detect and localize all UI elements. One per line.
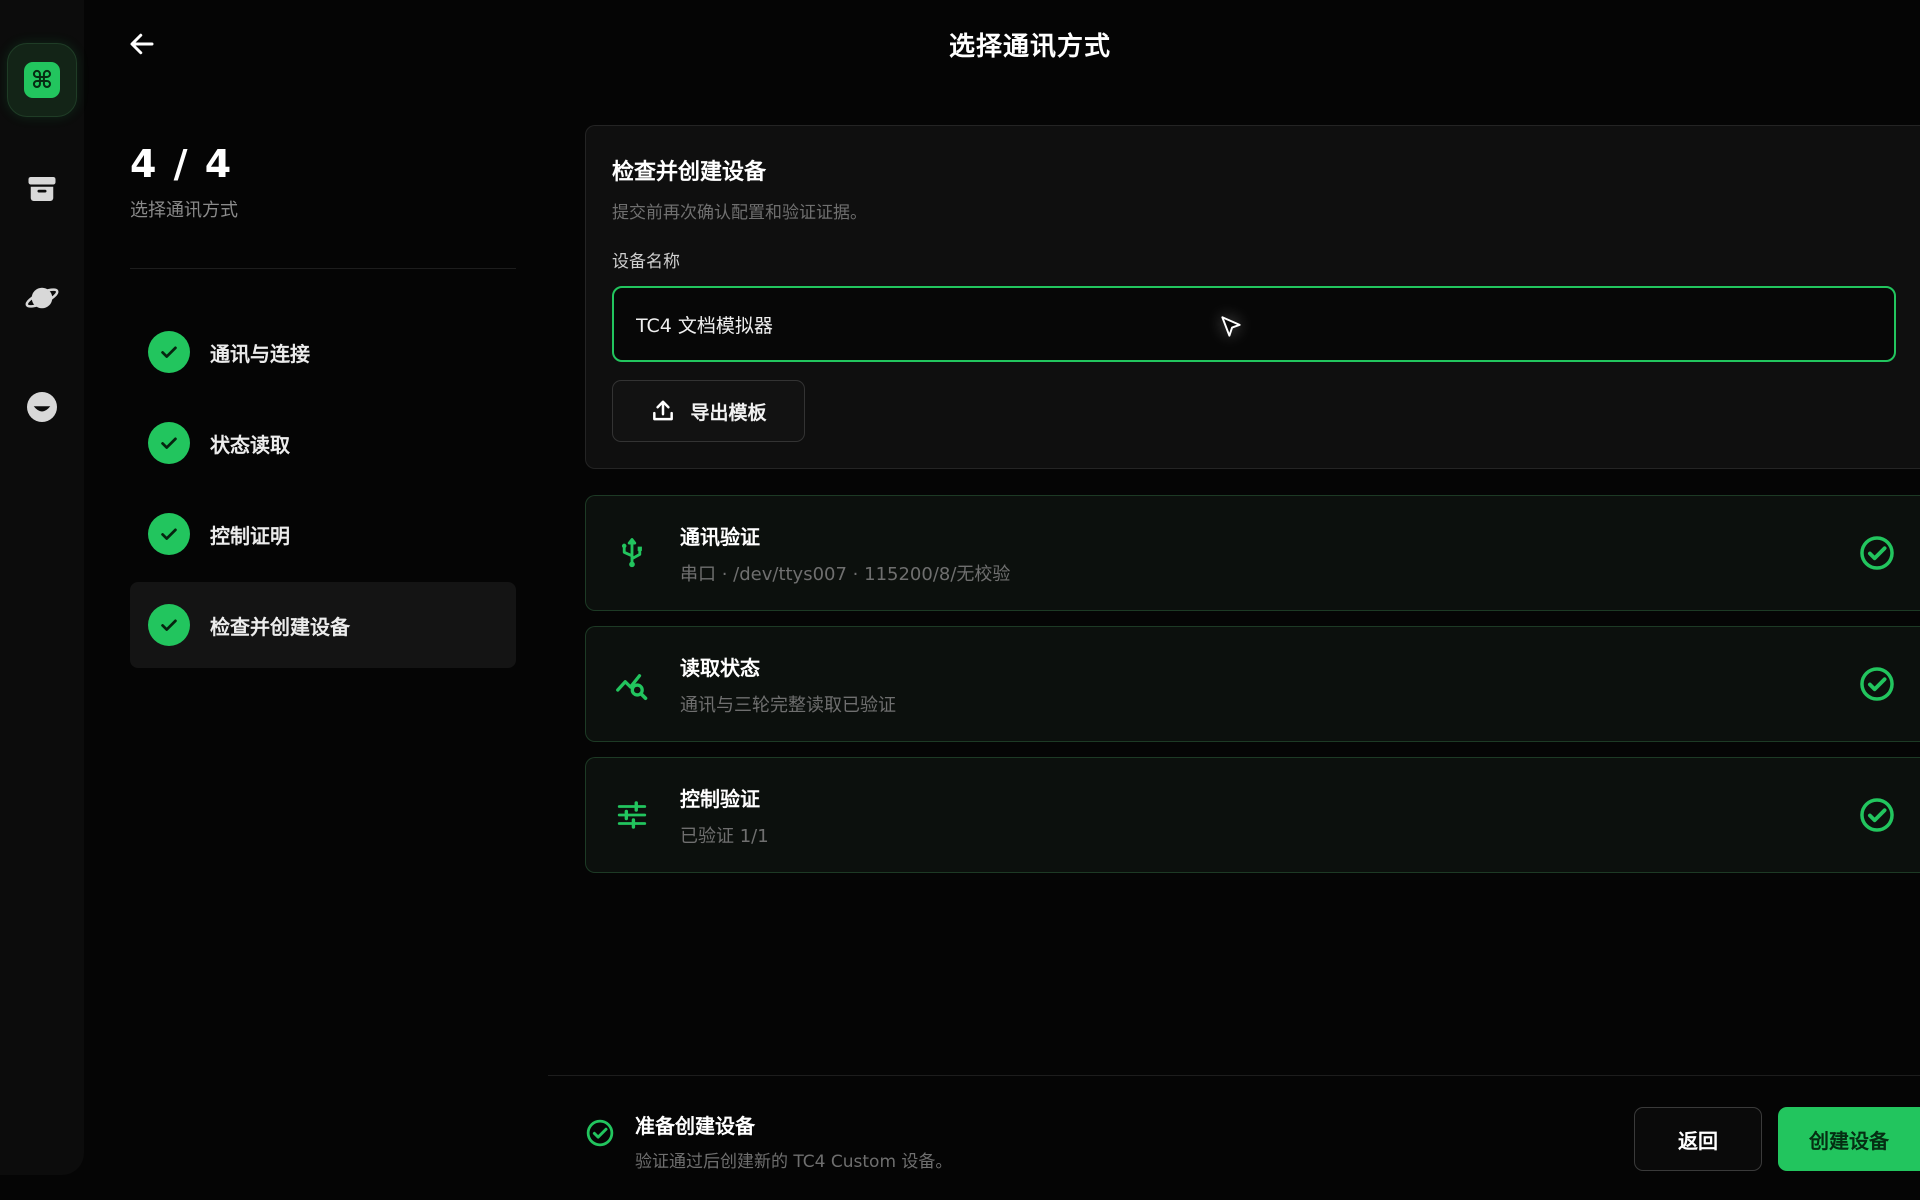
app-window: ⌘ 选择通讯方式 4 / 4 选择通讯方式 通讯与连接 状态读取 控制证明 检查… <box>0 0 1920 1200</box>
verification-card-read-status: 读取状态 通讯与三轮完整读取已验证 <box>585 626 1920 742</box>
page-title: 选择通讯方式 <box>948 32 1111 62</box>
verification-detail: 通讯与三轮完整读取已验证 <box>680 694 896 716</box>
check-circle-icon <box>586 1119 614 1147</box>
check-circle-icon <box>1860 667 1894 701</box>
step-item-status-read[interactable]: 状态读取 <box>130 400 516 486</box>
arrow-left-icon <box>130 33 154 55</box>
check-icon <box>148 422 190 464</box>
device-name-field[interactable] <box>612 286 1896 362</box>
divider <box>130 268 516 269</box>
steps-panel: 4 / 4 选择通讯方式 通讯与连接 状态读取 控制证明 检查并创建设备 <box>130 142 516 673</box>
device-name-input[interactable] <box>636 313 1436 335</box>
check-icon <box>148 604 190 646</box>
archive-icon <box>28 177 56 201</box>
step-item-review-create[interactable]: 检查并创建设备 <box>130 582 516 668</box>
back-action-button[interactable]: 返回 <box>1634 1107 1762 1171</box>
footer-status-title: 准备创建设备 <box>635 1114 755 1138</box>
device-name-label: 设备名称 <box>612 252 680 272</box>
review-description: 提交前再次确认配置和验证证据。 <box>612 203 867 223</box>
face-icon <box>27 392 57 422</box>
icon-rail: ⌘ <box>0 0 84 1175</box>
step-counter: 4 / 4 <box>130 142 234 186</box>
verification-title: 通讯验证 <box>680 524 760 549</box>
step-label: 控制证明 <box>210 523 290 548</box>
command-icon: ⌘ <box>24 62 60 98</box>
footer-status-description: 验证通过后创建新的 TC4 Custom 设备。 <box>635 1152 953 1172</box>
step-subtitle: 选择通讯方式 <box>130 200 238 221</box>
export-template-label: 导出模板 <box>690 401 767 424</box>
rail-item-archive[interactable] <box>7 152 77 226</box>
upload-icon <box>653 400 674 421</box>
check-icon <box>148 331 190 373</box>
rail-item-face[interactable] <box>7 370 77 444</box>
review-title: 检查并创建设备 <box>612 160 767 185</box>
export-template-button[interactable]: 导出模板 <box>612 380 805 442</box>
footer-divider <box>548 1075 1920 1076</box>
step-item-control-proof[interactable]: 控制证明 <box>130 491 516 577</box>
step-label: 通讯与连接 <box>210 341 310 366</box>
verification-card-communication: 通讯验证 串口 · /dev/ttys007 · 115200/8/无校验 <box>585 495 1920 611</box>
usb-icon <box>612 533 652 573</box>
check-circle-icon <box>1860 798 1894 832</box>
step-item-connection[interactable]: 通讯与连接 <box>130 309 516 395</box>
rail-item-planet[interactable] <box>7 261 77 335</box>
create-device-button[interactable]: 创建设备 <box>1778 1107 1920 1171</box>
rail-item-command[interactable]: ⌘ <box>7 43 77 117</box>
step-label: 检查并创建设备 <box>210 614 350 639</box>
step-list: 通讯与连接 状态读取 控制证明 检查并创建设备 <box>130 309 516 668</box>
review-card: 检查并创建设备 提交前再次确认配置和验证证据。 设备名称 导出模板 <box>585 125 1920 469</box>
verification-detail: 串口 · /dev/ttys007 · 115200/8/无校验 <box>680 563 1011 585</box>
chart-search-icon <box>612 664 652 704</box>
check-circle-icon <box>1860 536 1894 570</box>
footer-status: 准备创建设备 验证通过后创建新的 TC4 Custom 设备。 <box>585 1110 952 1172</box>
sliders-icon <box>612 795 652 835</box>
check-icon <box>148 513 190 555</box>
verification-title: 读取状态 <box>680 655 760 680</box>
pointer-cursor-icon <box>1221 316 1241 337</box>
step-label: 状态读取 <box>210 432 290 457</box>
planet-icon <box>25 287 59 309</box>
verification-title: 控制验证 <box>680 786 760 811</box>
back-button[interactable] <box>124 26 160 62</box>
verification-detail: 已验证 1/1 <box>680 825 769 847</box>
verification-card-control: 控制验证 已验证 1/1 <box>585 757 1920 873</box>
